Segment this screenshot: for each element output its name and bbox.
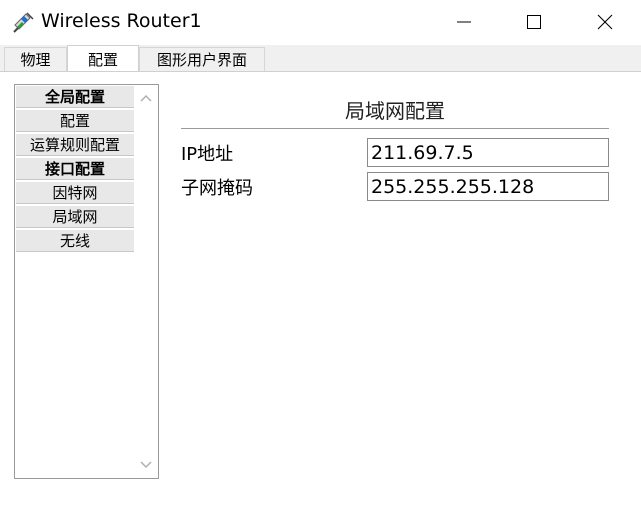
tab-gui[interactable]: 图形用户界面	[139, 47, 265, 71]
minimize-button[interactable]	[441, 0, 487, 44]
minimize-icon	[457, 21, 471, 23]
subnet-mask-input[interactable]	[367, 172, 609, 201]
router-config-window: Wireless Router1 物理 配置 图形用户界面 全局配置 配置 运算…	[0, 0, 641, 528]
sidebar-scrollbar[interactable]	[134, 85, 158, 478]
nav-item-lan[interactable]: 局域网	[16, 206, 134, 228]
maximize-button[interactable]	[511, 0, 557, 44]
chevron-up-icon	[140, 94, 152, 102]
scroll-down-button[interactable]	[134, 454, 158, 476]
router-icon	[12, 10, 36, 34]
config-sidebar: 全局配置 配置 运算规则配置 接口配置 因特网 局域网 无线	[14, 84, 159, 479]
panel-title: 局域网配置	[181, 94, 609, 129]
config-content: 全局配置 配置 运算规则配置 接口配置 因特网 局域网 无线 局域网配置 IP地…	[0, 71, 641, 528]
tab-strip: 物理 配置 图形用户界面	[0, 45, 641, 72]
nav-header-global-settings: 全局配置	[16, 86, 134, 108]
ip-address-label: IP地址	[181, 144, 234, 165]
ip-address-row: IP地址	[181, 138, 609, 168]
nav-item-internet[interactable]: 因特网	[16, 182, 134, 204]
lan-config-panel: 局域网配置 IP地址 子网掩码	[181, 94, 609, 202]
window-title: Wireless Router1	[41, 10, 202, 32]
close-icon	[597, 14, 613, 30]
chevron-down-icon	[140, 461, 152, 469]
nav-item-wireless[interactable]: 无线	[16, 230, 134, 252]
scroll-up-button[interactable]	[134, 87, 158, 109]
maximize-icon	[527, 15, 541, 29]
nav-list: 全局配置 配置 运算规则配置 接口配置 因特网 局域网 无线	[16, 86, 134, 254]
subnet-mask-label: 子网掩码	[181, 178, 253, 199]
ip-address-input[interactable]	[367, 138, 609, 167]
nav-item-settings[interactable]: 配置	[16, 110, 134, 132]
tab-config[interactable]: 配置	[67, 45, 139, 72]
title-bar: Wireless Router1	[0, 0, 641, 44]
nav-header-interface: 接口配置	[16, 158, 134, 180]
nav-item-algorithm-settings[interactable]: 运算规则配置	[16, 134, 134, 156]
subnet-mask-row: 子网掩码	[181, 172, 609, 202]
close-button[interactable]	[582, 0, 628, 44]
tab-physical[interactable]: 物理	[4, 47, 67, 71]
